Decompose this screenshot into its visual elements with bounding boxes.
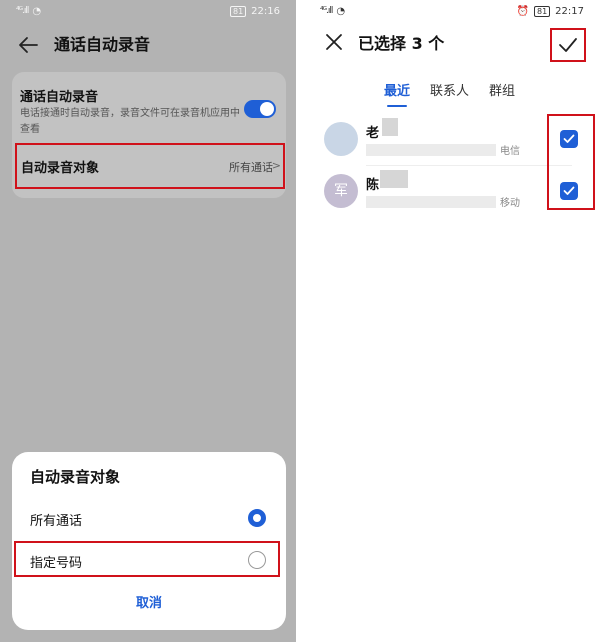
auto-record-target-label: 自动录音对象 [21, 161, 100, 176]
tab-groups[interactable]: 群组 [489, 80, 515, 107]
avatar [324, 122, 358, 156]
option-all-calls[interactable]: 所有通话 [12, 498, 286, 538]
option-label: 所有通话 [30, 514, 83, 529]
confirm-button[interactable] [550, 28, 586, 62]
contact-picker-screen: ⁴ᴳ.ıll ◔ ⏰ 81 22:17 已选择 3 个 最近 联系人 群组 老 … [304, 0, 600, 642]
selection-count-title: 已选择 3 个 [358, 34, 445, 53]
signal-icon: ⁴ᴳ.ıll [16, 6, 29, 16]
panel-divider [296, 0, 304, 642]
status-bar: ⁴ᴳ.ıll ◔ 81 22:16 [0, 0, 296, 22]
alarm-icon: ⏰ [516, 5, 529, 17]
radio-selected-icon[interactable] [248, 509, 266, 527]
status-time: 22:16 [251, 5, 280, 17]
tab-bar: 最近 联系人 群组 [384, 80, 515, 107]
status-bar: ⁴ᴳ.ıll ◔ ⏰ 81 22:17 [304, 0, 600, 22]
page-title: 通话自动录音 [54, 35, 151, 54]
check-icon [559, 38, 577, 52]
contact-name: 陈 [366, 178, 380, 193]
redacted-name [382, 118, 398, 136]
signal-icon: ⁴ᴳ.ıll [320, 6, 333, 16]
highlight-box [14, 541, 280, 577]
sheet-title: 自动录音对象 [30, 468, 121, 486]
chevron-right-icon: > [271, 159, 281, 172]
back-arrow-icon[interactable] [18, 36, 38, 54]
redacted-number [366, 144, 496, 156]
avatar: 军 [324, 174, 358, 208]
battery-icon: 81 [533, 5, 551, 17]
wifi-icon: ◔ [336, 5, 346, 17]
battery-icon: 81 [229, 5, 247, 17]
tab-contacts[interactable]: 联系人 [430, 80, 469, 107]
close-icon[interactable] [324, 32, 344, 52]
auto-record-setting-description: 电话接通时自动录音，录音文件可在录音机应用中查看 [20, 108, 240, 135]
status-time: 22:17 [555, 5, 584, 17]
auto-record-setting-title: 通话自动录音 [20, 90, 99, 105]
auto-record-target-value: 所有通话 [229, 161, 273, 174]
tab-recent[interactable]: 最近 [384, 80, 410, 107]
toggle-knob [260, 102, 274, 116]
auto-record-settings-screen: ⁴ᴳ.ıll ◔ 81 22:16 通话自动录音 通话自动录音 电话接通时自动录… [0, 0, 296, 642]
redacted-number [366, 196, 496, 208]
carrier-label: 电信 [500, 146, 520, 157]
cancel-button[interactable]: 取消 [12, 592, 286, 611]
contact-name: 老 [366, 126, 380, 141]
auto-record-target-row[interactable]: 自动录音对象 所有通话 > [15, 143, 285, 189]
highlight-box [547, 114, 595, 210]
header: 通话自动录音 [0, 32, 296, 58]
auto-record-toggle[interactable] [244, 100, 276, 118]
redacted-name [380, 170, 408, 188]
wifi-icon: ◔ [32, 5, 42, 17]
carrier-label: 移动 [500, 198, 520, 209]
